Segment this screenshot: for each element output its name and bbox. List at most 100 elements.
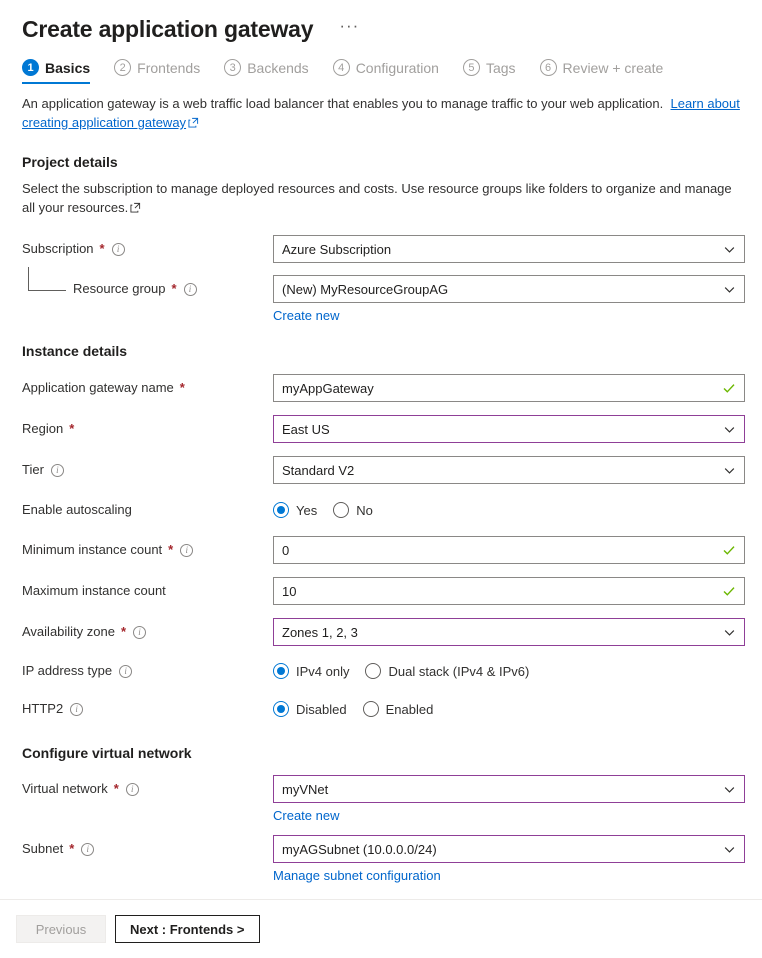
info-icon[interactable]: i <box>112 243 125 256</box>
tab-step-number: 2 <box>114 59 131 76</box>
tab-label: Frontends <box>137 60 200 76</box>
tree-connector <box>28 267 66 291</box>
info-icon[interactable]: i <box>133 626 146 639</box>
info-icon[interactable]: i <box>184 283 197 296</box>
tier-label: Tier i <box>22 456 273 482</box>
subnet-row: Subnet* i myAGSubnet (10.0.0.0/24) Manag… <box>0 835 762 883</box>
info-icon[interactable]: i <box>51 464 64 477</box>
subscription-label: Subscription* i <box>22 235 273 261</box>
footer-actions: Previous Next : Frontends > <box>0 900 762 958</box>
subscription-row: Subscription* i Azure Subscription <box>0 235 762 263</box>
availability-zone-field-col: Zones 1, 2, 3 <box>273 618 745 646</box>
required-asterisk: * <box>69 417 74 441</box>
gateway-name-value: myAppGateway <box>282 381 722 396</box>
radio-dot-icon <box>273 701 289 717</box>
manage-subnet-configuration-link[interactable]: Manage subnet configuration <box>273 868 745 883</box>
http2-row: HTTP2 i Disabled Enabled <box>0 695 762 723</box>
autoscaling-radio-yes-label: Yes <box>296 503 317 518</box>
availability-zone-select[interactable]: Zones 1, 2, 3 <box>273 618 745 646</box>
more-options-icon[interactable]: ··· <box>335 15 363 43</box>
ip-address-type-radio-ipv4-label: IPv4 only <box>296 664 349 679</box>
wizard-tabs: 1 Basics 2 Frontends 3 Backends 4 Config… <box>0 44 762 84</box>
tab-basics[interactable]: 1 Basics <box>22 59 90 84</box>
autoscaling-label: Enable autoscaling <box>22 496 273 522</box>
max-instance-label: Maximum instance count <box>22 577 273 603</box>
max-instance-label-text: Maximum instance count <box>22 579 166 603</box>
region-label-text: Region <box>22 417 63 441</box>
gateway-name-label: Application gateway name* <box>22 374 273 400</box>
chevron-down-icon <box>723 626 736 639</box>
tab-review-create[interactable]: 6 Review + create <box>540 59 664 84</box>
chevron-down-icon <box>723 283 736 296</box>
subnet-select[interactable]: myAGSubnet (10.0.0.0/24) <box>273 835 745 863</box>
external-link-icon <box>188 114 199 125</box>
tab-step-number: 6 <box>540 59 557 76</box>
required-asterisk: * <box>180 376 185 400</box>
http2-radio-disabled[interactable]: Disabled <box>273 701 347 717</box>
tab-step-number: 4 <box>333 59 350 76</box>
resource-group-row: Resource group* i (New) MyResourceGroupA… <box>0 275 762 323</box>
info-icon[interactable]: i <box>119 665 132 678</box>
gateway-name-field-col: myAppGateway <box>273 374 745 402</box>
autoscaling-radio-yes[interactable]: Yes <box>273 502 317 518</box>
gateway-name-input[interactable]: myAppGateway <box>273 374 745 402</box>
max-instance-field-col: 10 <box>273 577 745 605</box>
resource-group-select[interactable]: (New) MyResourceGroupAG <box>273 275 745 303</box>
virtual-network-label: Virtual network* i <box>22 775 273 801</box>
autoscaling-radio-no[interactable]: No <box>333 502 373 518</box>
tab-label: Backends <box>247 60 308 76</box>
tier-row: Tier i Standard V2 <box>0 456 762 484</box>
tier-select[interactable]: Standard V2 <box>273 456 745 484</box>
gateway-name-row: Application gateway name* myAppGateway <box>0 374 762 402</box>
project-details-heading: Project details <box>22 154 740 170</box>
http2-field-col: Disabled Enabled <box>273 695 745 723</box>
valid-check-icon <box>722 543 736 557</box>
valid-check-icon <box>722 584 736 598</box>
ip-address-type-radio-ipv4[interactable]: IPv4 only <box>273 663 349 679</box>
http2-radio-enabled[interactable]: Enabled <box>363 701 434 717</box>
region-value: East US <box>282 422 723 437</box>
ip-address-type-row: IP address type i IPv4 only Dual stack (… <box>0 657 762 685</box>
resource-group-label-text: Resource group <box>73 277 166 301</box>
subscription-field-col: Azure Subscription <box>273 235 745 263</box>
info-icon[interactable]: i <box>126 783 139 796</box>
info-icon[interactable]: i <box>70 703 83 716</box>
chevron-down-icon <box>723 243 736 256</box>
max-instance-input[interactable]: 10 <box>273 577 745 605</box>
http2-radio-disabled-label: Disabled <box>296 702 347 717</box>
tab-tags[interactable]: 5 Tags <box>463 59 516 84</box>
resource-group-value: (New) MyResourceGroupAG <box>282 282 723 297</box>
min-instance-label: Minimum instance count* i <box>22 536 273 562</box>
next-frontends-button[interactable]: Next : Frontends > <box>115 915 260 943</box>
project-details-subtext: Select the subscription to manage deploy… <box>22 179 744 217</box>
ip-address-type-label-text: IP address type <box>22 659 112 683</box>
region-select[interactable]: East US <box>273 415 745 443</box>
autoscaling-row: Enable autoscaling Yes No <box>0 496 762 524</box>
min-instance-row: Minimum instance count* i 0 <box>0 536 762 564</box>
http2-label: HTTP2 i <box>22 695 273 721</box>
virtual-network-label-text: Virtual network <box>22 777 108 801</box>
info-icon[interactable]: i <box>81 843 94 856</box>
availability-zone-label-text: Availability zone <box>22 620 115 644</box>
autoscaling-radio-no-label: No <box>356 503 373 518</box>
page-header: Create application gateway ··· <box>0 0 762 44</box>
ip-address-type-radio-dual[interactable]: Dual stack (IPv4 & IPv6) <box>365 663 529 679</box>
subscription-select[interactable]: Azure Subscription <box>273 235 745 263</box>
create-new-vnet-link[interactable]: Create new <box>273 808 745 823</box>
tab-step-number: 5 <box>463 59 480 76</box>
min-instance-input[interactable]: 0 <box>273 536 745 564</box>
create-new-resource-group-link[interactable]: Create new <box>273 308 745 323</box>
min-instance-label-text: Minimum instance count <box>22 538 162 562</box>
tab-configuration[interactable]: 4 Configuration <box>333 59 439 84</box>
description-text: An application gateway is a web traffic … <box>22 96 663 111</box>
tab-backends[interactable]: 3 Backends <box>224 59 308 84</box>
virtual-network-select[interactable]: myVNet <box>273 775 745 803</box>
previous-button[interactable]: Previous <box>16 915 106 943</box>
tier-value: Standard V2 <box>282 463 723 478</box>
tab-frontends[interactable]: 2 Frontends <box>114 59 200 84</box>
info-icon[interactable]: i <box>180 544 193 557</box>
external-link-icon[interactable] <box>130 199 141 210</box>
virtual-network-field-col: myVNet Create new <box>273 775 745 823</box>
subscription-value: Azure Subscription <box>282 242 723 257</box>
autoscaling-radio-group: Yes No <box>273 496 745 524</box>
